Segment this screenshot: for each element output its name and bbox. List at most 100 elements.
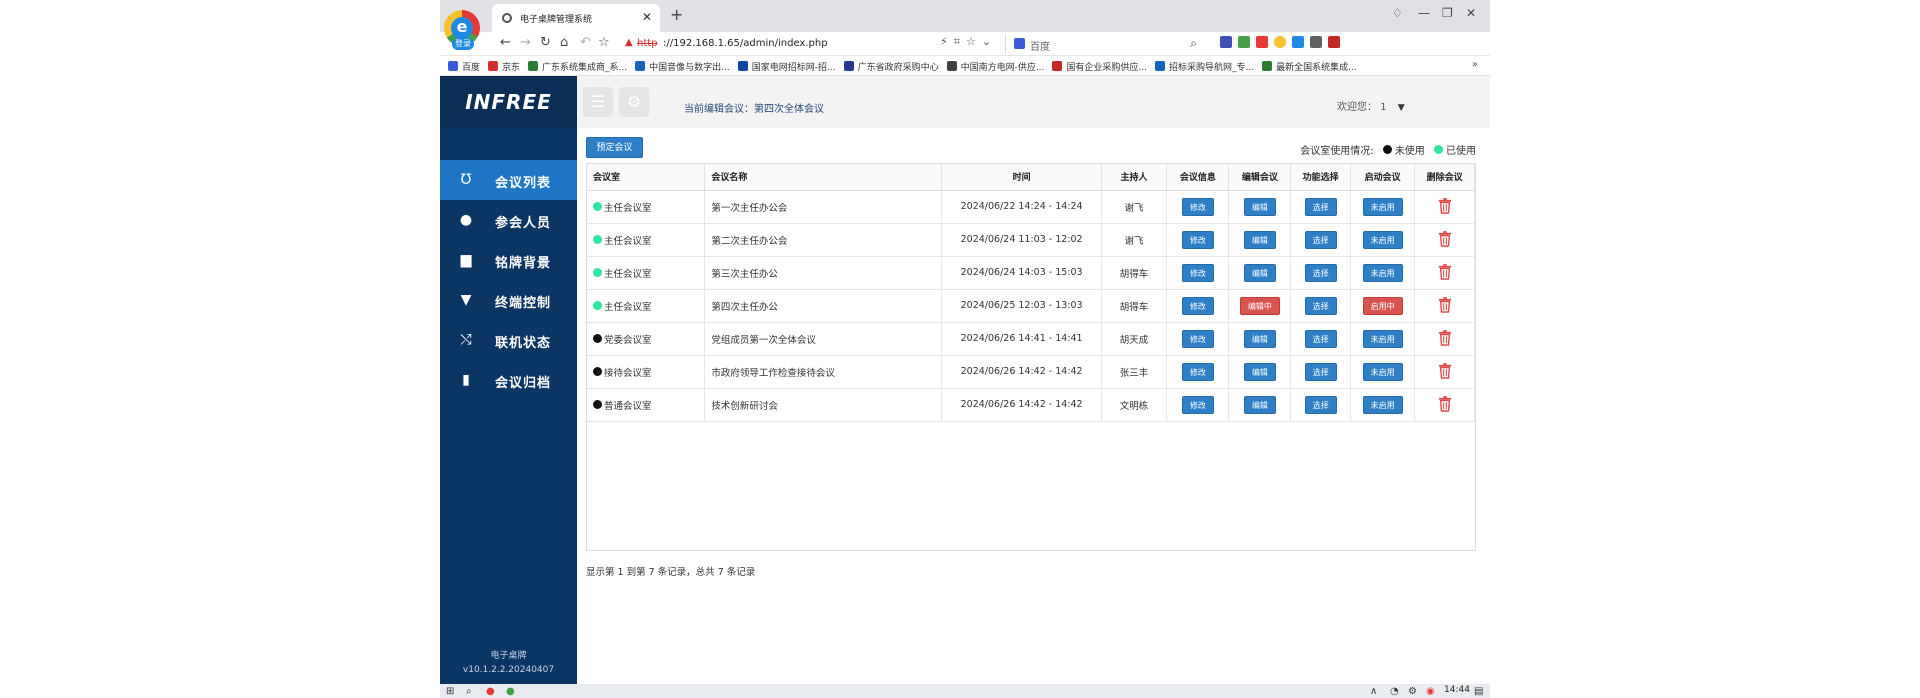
start-meeting-button[interactable]: 未启用	[1362, 230, 1403, 249]
function-select-button[interactable]: 选择	[1304, 197, 1337, 216]
caret-down-icon[interactable]: ▼	[1398, 103, 1405, 113]
modify-info-button[interactable]: 修改	[1181, 395, 1214, 414]
settings-button[interactable]: ⚙	[619, 87, 649, 117]
trash-icon[interactable]	[1437, 362, 1453, 381]
modify-info-button[interactable]: 修改	[1181, 197, 1214, 216]
sidebar-item-1[interactable]: ● 参会人员	[440, 200, 577, 240]
bookmarks-more-icon[interactable]: »	[1472, 59, 1478, 70]
sidebar-item-2[interactable]: ▆ 铭牌背景	[440, 240, 577, 280]
moon-icon[interactable]	[1274, 36, 1286, 48]
star-icon[interactable]: ☆	[966, 35, 982, 48]
apps-icon[interactable]	[1238, 36, 1250, 48]
shirt-icon[interactable]: ♢	[1392, 6, 1403, 20]
restore-icon[interactable]: ❐	[1442, 6, 1453, 20]
browser-tab[interactable]: 电子桌牌管理系统 ✕	[492, 4, 660, 32]
notification-icon[interactable]: ▤	[1474, 686, 1483, 697]
bookmark-item[interactable]: 京东	[488, 60, 520, 73]
start-meeting-button[interactable]: 未启用	[1362, 197, 1403, 216]
wechat-icon[interactable]: ●	[506, 686, 515, 697]
bookmark-item[interactable]: 招标采购导航网_专...	[1155, 60, 1254, 73]
screenshot-icon[interactable]: ⌗	[954, 35, 966, 48]
function-select-button[interactable]: 选择	[1304, 230, 1337, 249]
start-meeting-button[interactable]: 未启用	[1362, 263, 1403, 282]
new-tab-icon[interactable]: +	[670, 5, 683, 24]
search-box[interactable]: 百度 ⌕	[1005, 34, 1205, 54]
address-bar[interactable]: ▲ http ://192.168.1.65/admin/index.php	[625, 34, 975, 54]
bookmark-item[interactable]: 广东省政府采购中心	[843, 60, 939, 73]
bookmark-item[interactable]: 广东系统集成商_系...	[528, 60, 627, 73]
sidebar-item-4[interactable]: ⤭ 联机状态	[440, 320, 577, 360]
sidebar-item-3[interactable]: ▼ 终端控制	[440, 280, 577, 320]
function-select-button[interactable]: 选择	[1304, 329, 1337, 348]
undo-close-icon[interactable]: ↶	[580, 35, 591, 50]
sidebar-item-0[interactable]: Ʊ 会议列表	[440, 160, 577, 200]
sidebar-item-label: 参会人员	[495, 216, 552, 231]
translate-icon[interactable]	[1220, 36, 1232, 48]
login-badge[interactable]: 登录	[452, 38, 474, 50]
start-meeting-button[interactable]: 未启用	[1362, 329, 1403, 348]
user-menu[interactable]: 欢迎您： 1 ▼	[1337, 98, 1405, 113]
modify-info-button[interactable]: 修改	[1181, 329, 1214, 348]
trash-icon[interactable]	[1437, 263, 1453, 282]
start-meeting-button[interactable]: 未启用	[1362, 362, 1403, 381]
bookmark-item[interactable]: 国家电网招标网-招...	[737, 60, 836, 73]
lightning-icon[interactable]: ⚡	[940, 35, 954, 48]
chevron-down-icon[interactable]: ⌄	[982, 35, 997, 48]
modify-info-button[interactable]: 修改	[1181, 263, 1214, 282]
bookmark-item[interactable]: 最新全国系统集成...	[1262, 60, 1357, 73]
function-select-button[interactable]: 选择	[1304, 296, 1337, 315]
bookmark-item[interactable]: 百度	[448, 60, 480, 73]
trash-icon[interactable]	[1437, 230, 1453, 249]
edit-meeting-button[interactable]: 编辑	[1243, 395, 1276, 414]
edit-meeting-button[interactable]: 编辑	[1243, 197, 1276, 216]
book-meeting-button[interactable]: 预定会议	[586, 137, 643, 158]
close-tab-icon[interactable]: ✕	[642, 10, 652, 24]
trash-icon[interactable]	[1437, 329, 1453, 348]
chevron-up-icon[interactable]: ∧	[1370, 686, 1377, 697]
pdf-icon[interactable]	[1256, 36, 1268, 48]
back-icon[interactable]: ←	[500, 35, 511, 50]
trash-icon[interactable]	[1437, 296, 1453, 315]
bookmark-item[interactable]: 中国音像与数字出...	[635, 60, 730, 73]
menu-icon[interactable]	[1328, 36, 1340, 48]
windows-start-icon[interactable]: ⊞	[446, 686, 454, 697]
modify-info-button[interactable]: 修改	[1181, 230, 1214, 249]
network-icon[interactable]: ◔	[1390, 686, 1399, 697]
function-select-button[interactable]: 选择	[1304, 395, 1337, 414]
trash-icon[interactable]	[1437, 197, 1453, 216]
reload-icon[interactable]: ↻	[540, 35, 551, 50]
forward-icon[interactable]: →	[520, 35, 531, 50]
modify-info-button[interactable]: 修改	[1181, 296, 1214, 315]
edit-meeting-button[interactable]: 编辑	[1243, 263, 1276, 282]
edit-meeting-button[interactable]: 编辑	[1243, 362, 1276, 381]
home-icon[interactable]: ⌂	[560, 35, 568, 50]
url-scheme: http	[637, 38, 658, 49]
function-select-button[interactable]: 选择	[1304, 263, 1337, 282]
app-tray-icon[interactable]: ◉	[1426, 686, 1435, 697]
close-window-icon[interactable]: ✕	[1466, 6, 1476, 20]
function-select-button[interactable]: 选择	[1304, 362, 1337, 381]
modify-info-button[interactable]: 修改	[1181, 362, 1214, 381]
list-toggle-button[interactable]: ☰	[583, 87, 613, 117]
bookmark-item[interactable]: 国有企业采购供应...	[1052, 60, 1147, 73]
favorite-icon[interactable]: ☆	[598, 35, 610, 50]
table-row: 主任会议室 第三次主任办公 2024/06/24 14:03 - 15:03 胡得车修…	[587, 256, 1475, 290]
meeting-name-cell: 市政府领导工作检查接待会议	[704, 355, 943, 389]
gear-icon[interactable]: ⚙	[1408, 686, 1417, 697]
minimize-icon[interactable]: —	[1418, 6, 1430, 20]
trash-icon[interactable]	[1437, 395, 1453, 414]
crop-icon[interactable]	[1292, 36, 1304, 48]
time-cell: 2024/06/24 11:03 - 12:02	[941, 223, 1102, 257]
download-icon[interactable]	[1310, 36, 1322, 48]
search-input[interactable]: 百度	[1030, 38, 1050, 53]
bookmark-item[interactable]: 中国南方电网-供应...	[946, 60, 1044, 73]
start-meeting-button[interactable]: 未启用	[1362, 395, 1403, 414]
edit-meeting-button[interactable]: 编辑中	[1239, 296, 1280, 315]
browser-taskbar-icon[interactable]: ●	[486, 686, 495, 697]
edit-meeting-button[interactable]: 编辑	[1243, 230, 1276, 249]
sidebar-item-5[interactable]: ▮ 会议归档	[440, 360, 577, 400]
edit-meeting-button[interactable]: 编辑	[1243, 329, 1276, 348]
search-icon[interactable]: ⌕	[1190, 36, 1197, 51]
start-meeting-button[interactable]: 启用中	[1362, 296, 1403, 315]
search-icon[interactable]: ⌕	[466, 686, 472, 697]
